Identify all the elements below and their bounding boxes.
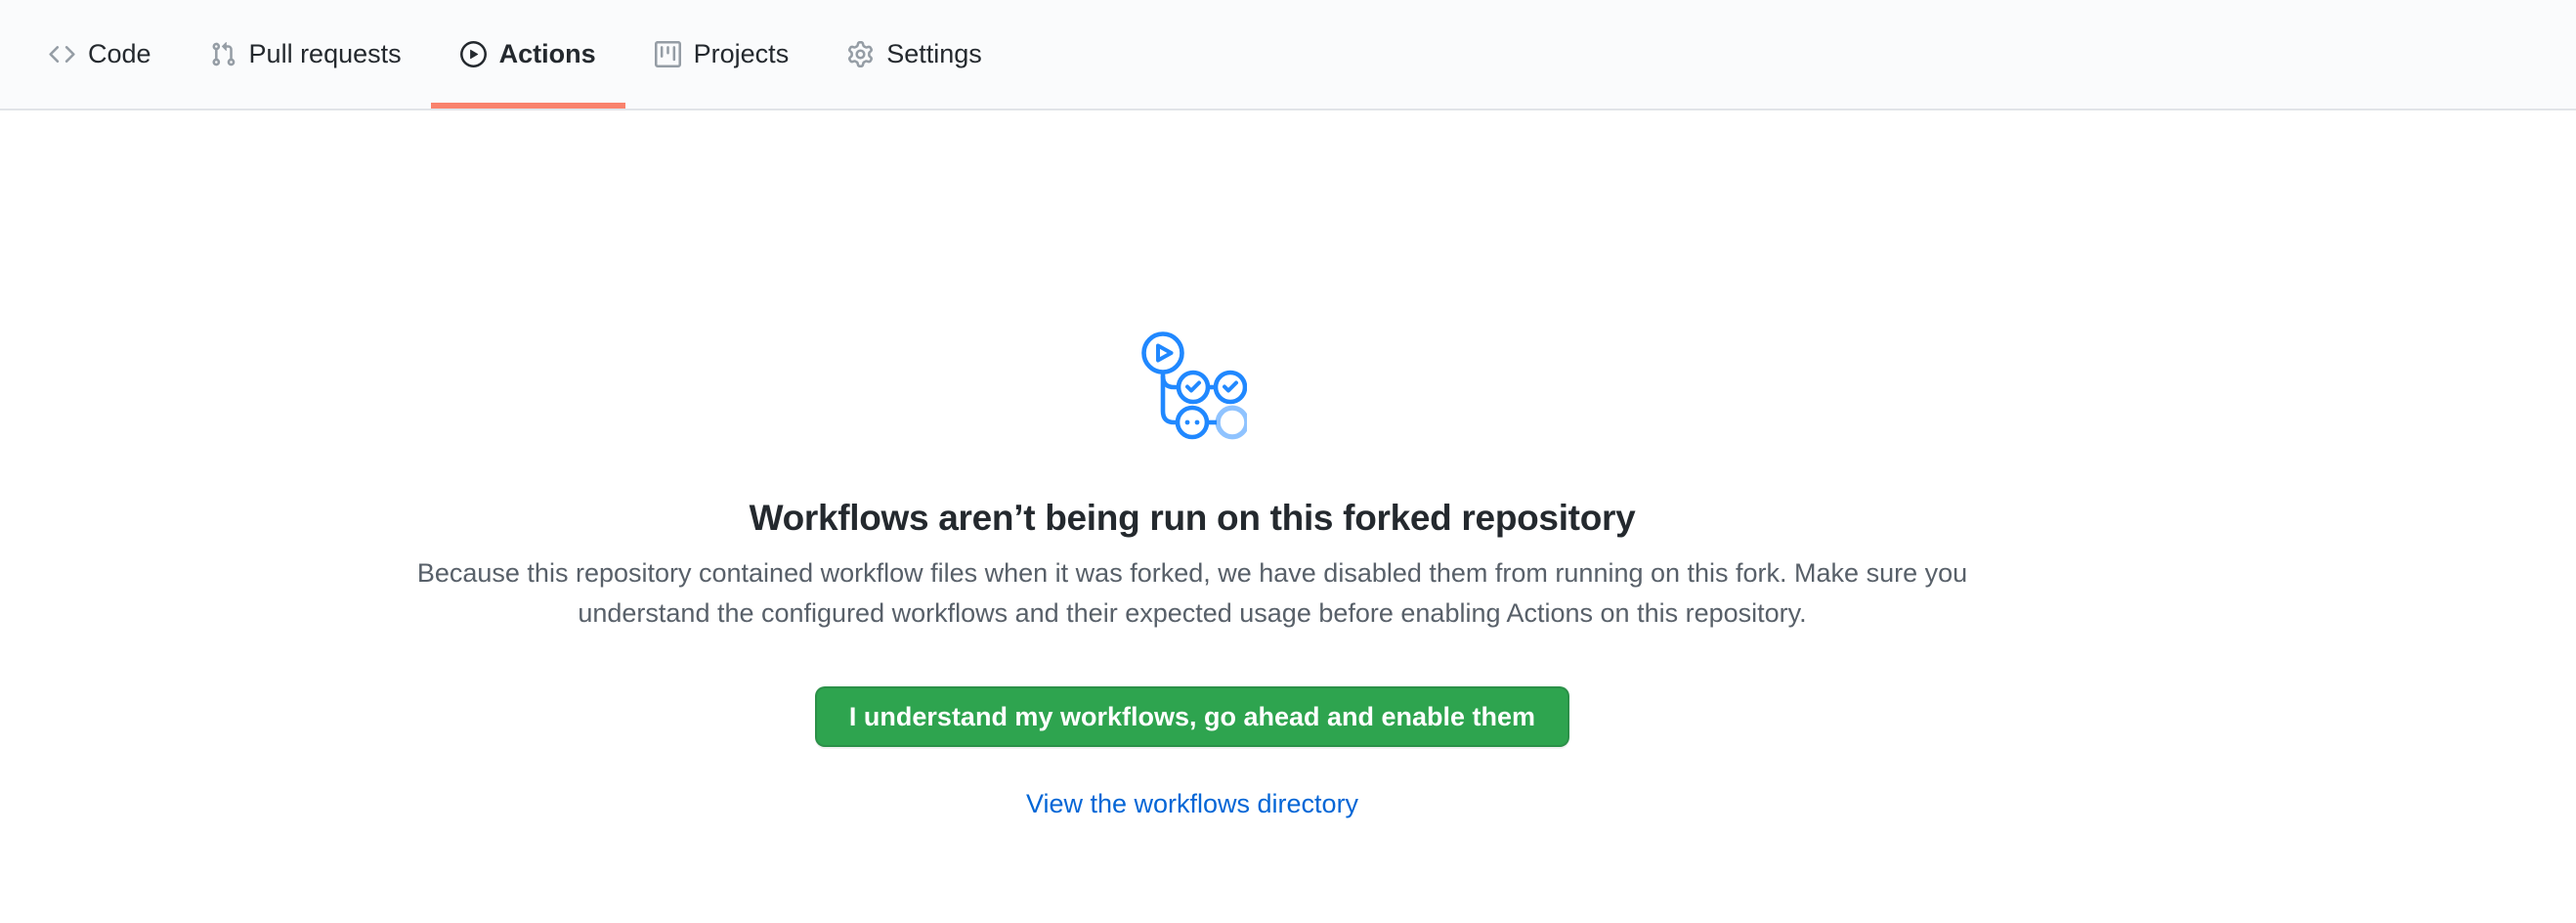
repo-actions-page: Code Pull requests Actions Projects Sett — [0, 0, 2576, 819]
blankslate-description: Because this repository contained workfl… — [406, 553, 1979, 634]
tab-projects-label: Projects — [694, 41, 790, 67]
enable-workflows-button[interactable]: I understand my workflows, go ahead and … — [815, 686, 1569, 747]
workflows-link-row: View the workflows directory — [406, 788, 1979, 819]
repo-tab-nav: Code Pull requests Actions Projects Sett — [0, 0, 2576, 110]
blankslate-title: Workflows aren’t being run on this forke… — [406, 497, 1979, 540]
code-icon — [49, 41, 75, 67]
git-pull-request-icon — [210, 41, 236, 67]
view-workflows-directory-link[interactable]: View the workflows directory — [1026, 789, 1358, 818]
tab-code[interactable]: Code — [20, 0, 181, 109]
project-board-icon — [655, 41, 681, 67]
tab-projects[interactable]: Projects — [625, 0, 819, 109]
tab-settings-label: Settings — [886, 41, 982, 67]
play-circle-icon — [460, 41, 487, 67]
workflow-graph-icon — [1138, 328, 1247, 443]
tab-pull-requests-label: Pull requests — [249, 41, 402, 67]
tab-actions[interactable]: Actions — [431, 0, 625, 109]
tab-settings[interactable]: Settings — [818, 0, 1011, 109]
actions-blankslate: Workflows aren’t being run on this forke… — [406, 110, 1979, 819]
tab-actions-label: Actions — [499, 41, 596, 67]
tab-code-label: Code — [88, 41, 151, 67]
gear-icon — [847, 41, 874, 67]
tab-pull-requests[interactable]: Pull requests — [181, 0, 431, 109]
